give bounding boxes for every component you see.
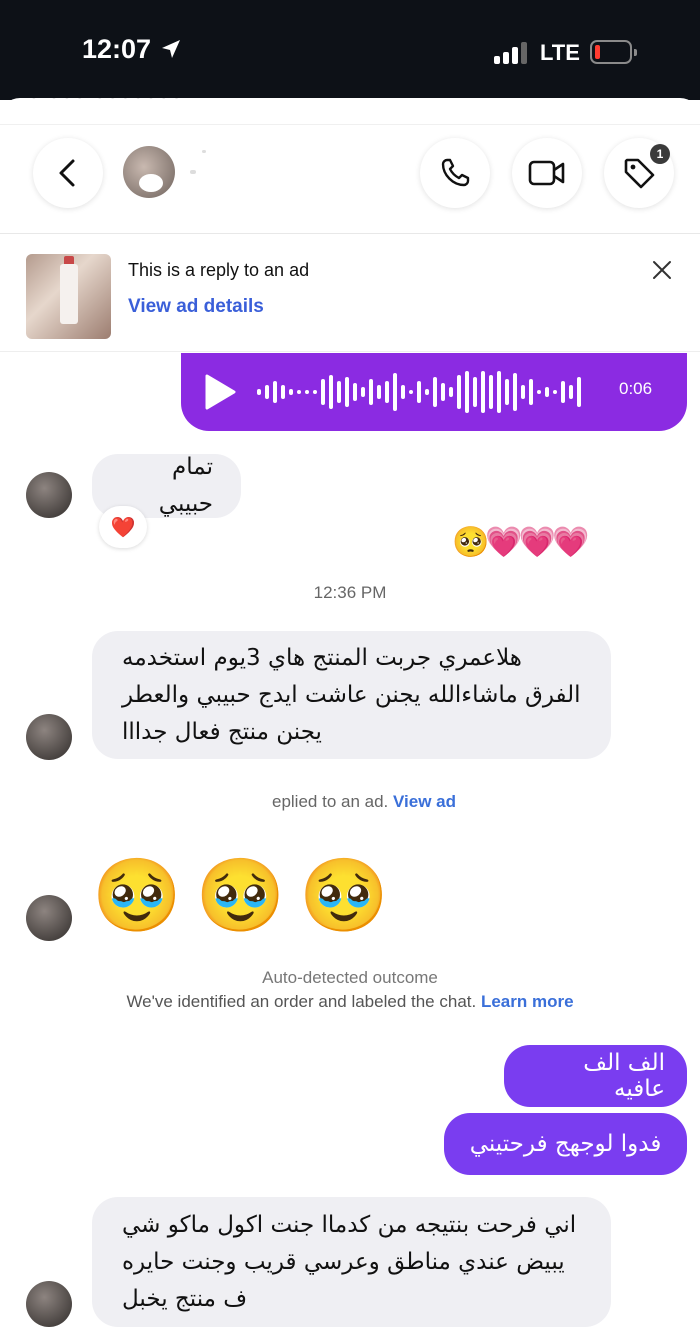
back-button[interactable]	[33, 138, 103, 208]
incoming-message[interactable]: هلاعمري جربت المنتج هاي 3يوم استخدمه الف…	[92, 631, 611, 759]
auto-detected-outcome-text: We've identified an order and labeled th…	[126, 992, 574, 1011]
contact-name-redacted	[190, 150, 218, 190]
ad-banner-title: This is a reply to an ad	[128, 260, 310, 280]
chevron-left-icon	[59, 159, 75, 187]
sender-avatar[interactable]	[26, 714, 72, 760]
voice-duration: 0:06	[619, 379, 653, 398]
message-timestamp: 12:36 PM	[313, 583, 387, 602]
message-line: اني فرحت بنتيجه من كدماا جنت اكول ماكو ش…	[122, 1211, 577, 1238]
tag-count-badge: 1	[650, 144, 670, 164]
status-time: 12:07	[82, 34, 152, 64]
location-arrow-icon	[162, 40, 180, 58]
incoming-message[interactable]: اني فرحت بنتيجه من كدماا جنت اكول ماكو ش…	[92, 1197, 611, 1327]
view-ad-link[interactable]: View ad	[393, 792, 456, 811]
emoji-message[interactable]: 🥹🥹🥹	[92, 850, 403, 940]
ad-thumbnail[interactable]	[26, 254, 111, 339]
voice-call-button[interactable]	[420, 138, 490, 208]
learn-more-link[interactable]: Learn more	[481, 992, 574, 1011]
chat-sheet: • ••• ••••••• 1 This is a	[0, 98, 700, 1340]
tag-icon	[624, 158, 655, 189]
voice-message-bubble[interactable]: 0:06	[181, 353, 687, 431]
message-line: ف منتج يخبل	[122, 1285, 248, 1312]
sender-avatar[interactable]	[26, 895, 72, 941]
video-camera-icon	[528, 160, 565, 186]
status-bar: 12:07 LTE	[0, 0, 700, 100]
close-icon[interactable]	[650, 258, 674, 282]
message-line: الفرق ماشاءالله يجنن عاشت ايدج حبيبي وال…	[122, 681, 581, 708]
view-ad-details-link[interactable]: View ad details	[128, 296, 264, 318]
message-line: هلاعمري جربت المنتج هاي 3يوم استخدمه	[122, 644, 522, 671]
emoji-message[interactable]: 🥺💗💗💗	[452, 523, 589, 563]
network-type: LTE	[540, 40, 580, 65]
label-tag-button[interactable]: 1	[604, 138, 674, 208]
video-call-button[interactable]	[512, 138, 582, 208]
heart-reaction[interactable]: ❤️	[99, 506, 147, 548]
outgoing-message[interactable]: الف الف عافيه	[504, 1045, 687, 1107]
signal-strength-icon	[494, 42, 530, 64]
auto-detected-outcome-title: Auto-detected outcome	[262, 968, 438, 987]
outgoing-message[interactable]: فدوا لوجهج فرحتيني	[444, 1113, 687, 1175]
battery-icon	[590, 40, 637, 64]
replied-to-ad-notice: eplied to an ad. View ad	[272, 792, 456, 811]
message-line: يبيض عندي مناطق وعرسي قريب وجنت حايره	[122, 1248, 565, 1275]
sender-avatar[interactable]	[26, 472, 72, 518]
contact-avatar[interactable]	[123, 146, 175, 198]
heart-icon: ❤️	[110, 515, 136, 539]
previous-screen-strip: • ••• •••••••	[28, 98, 183, 108]
message-line: يجنن منتج فعال جدااا	[122, 718, 322, 745]
ad-reply-banner: This is a reply to an ad View ad details	[0, 234, 700, 352]
play-icon[interactable]	[203, 373, 237, 411]
phone-icon	[441, 158, 470, 187]
audio-waveform[interactable]	[257, 371, 587, 413]
sender-avatar[interactable]	[26, 1281, 72, 1327]
